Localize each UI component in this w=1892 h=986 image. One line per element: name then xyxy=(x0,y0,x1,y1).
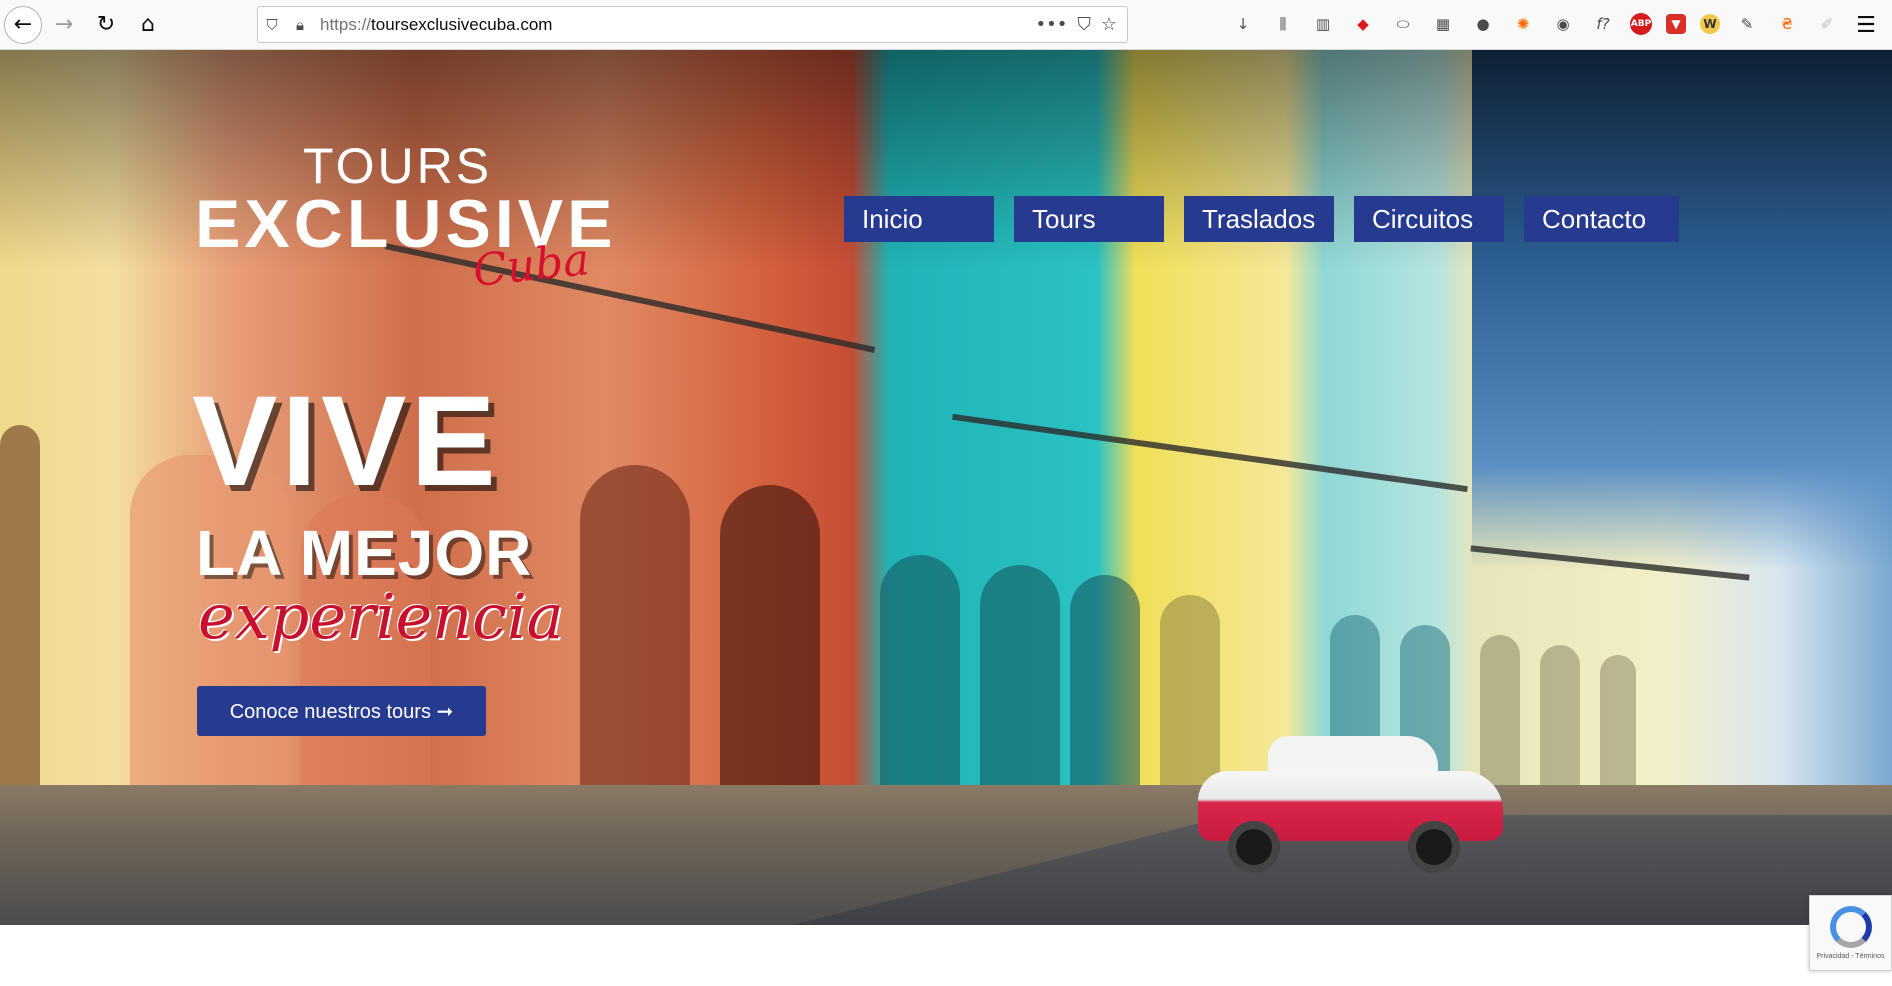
nav-tours[interactable]: Tours xyxy=(1014,196,1164,242)
building-arch xyxy=(580,465,690,785)
reload-button[interactable]: ↻ xyxy=(86,5,126,45)
hero-banner: TOURS EXCLUSIVE Cuba Inicio Tours Trasla… xyxy=(0,50,1892,925)
pocket-ext-icon[interactable]: ◆ xyxy=(1350,11,1376,37)
building-arch xyxy=(880,555,960,785)
account-icon[interactable]: ◉ xyxy=(1550,11,1576,37)
hero-headline-vive: VIVE xyxy=(192,370,500,513)
spy-icon[interactable]: ● xyxy=(1470,11,1496,37)
badge-icon[interactable]: ₴ xyxy=(1774,11,1800,37)
lock-icon: 🔒︎ xyxy=(296,15,304,34)
download-icon[interactable]: ↓ xyxy=(1230,11,1256,37)
tours-cta-label: Conoce nuestros tours ➞ xyxy=(229,700,454,723)
main-nav: Inicio Tours Traslados Circuitos Contact… xyxy=(844,196,1699,242)
sidebar-icon[interactable]: ▥ xyxy=(1310,11,1336,37)
url-bar[interactable]: ⛉ 🔒︎ https://toursexclusivecuba.com ••• … xyxy=(257,6,1128,43)
car-wheel xyxy=(1228,821,1280,873)
fire-icon[interactable]: ✺ xyxy=(1510,11,1536,37)
bookmark-star-icon[interactable]: ☆ xyxy=(1101,14,1117,35)
recaptcha-icon xyxy=(1829,906,1872,948)
nav-inicio[interactable]: Inicio xyxy=(844,196,994,242)
brave-shield-icon[interactable]: ▼ xyxy=(1666,14,1686,34)
url-domain: toursexclusivecuba.com xyxy=(371,14,553,34)
building-arch xyxy=(1070,575,1140,785)
building-arch xyxy=(0,425,40,785)
pocket-icon[interactable]: ⛉ xyxy=(1077,14,1091,35)
classic-car xyxy=(1198,726,1503,876)
forward-button[interactable]: → xyxy=(44,5,84,45)
car-wheel xyxy=(1408,821,1460,873)
w-extension-icon[interactable]: W xyxy=(1700,14,1720,34)
site-logo[interactable]: TOURS EXCLUSIVE Cuba xyxy=(195,137,612,297)
hero-headline-la-mejor: LA MEJOR xyxy=(196,517,533,589)
page-actions-menu-icon[interactable]: ••• xyxy=(1036,14,1068,35)
building-arch xyxy=(1540,645,1580,785)
building-arch xyxy=(1600,655,1636,785)
back-button[interactable]: ← xyxy=(4,5,42,44)
shield-icon: ⛉ xyxy=(266,15,278,34)
arrow-left-icon: ← xyxy=(13,12,33,37)
hamburger-menu-icon: ☰ xyxy=(1856,12,1876,38)
nav-contacto[interactable]: Contacto xyxy=(1524,196,1679,242)
url-protocol: https:// xyxy=(320,14,372,34)
arrow-right-icon: → xyxy=(54,12,74,37)
nav-traslados[interactable]: Traslados xyxy=(1184,196,1334,242)
url-text[interactable]: https://toursexclusivecuba.com xyxy=(320,15,1036,35)
building-arch xyxy=(980,565,1060,785)
balcony-rail xyxy=(952,413,1468,493)
archive-icon[interactable]: ▦ xyxy=(1430,11,1456,37)
recaptcha-footer[interactable]: Privacidad - Términos xyxy=(1817,953,1885,960)
recaptcha-badge[interactable]: Privacidad - Términos xyxy=(1809,895,1892,971)
menu-button[interactable]: ☰ xyxy=(1846,5,1886,45)
nav-circuitos[interactable]: Circuitos xyxy=(1354,196,1504,242)
disk-icon[interactable]: ⬭ xyxy=(1390,11,1416,37)
adblock-plus-icon[interactable]: ABP xyxy=(1630,13,1652,35)
home-icon: ⌂ xyxy=(141,12,155,37)
browser-toolbar: ← → ↻ ⌂ ⛉ 🔒︎ https://toursexclusivecuba.… xyxy=(0,0,1892,50)
library-icon[interactable]: ⫼ xyxy=(1270,11,1296,37)
font-finder-icon[interactable]: f? xyxy=(1590,11,1616,37)
tours-cta-button[interactable]: Conoce nuestros tours ➞ xyxy=(197,686,486,736)
reload-icon: ↻ xyxy=(96,12,116,37)
home-button[interactable]: ⌂ xyxy=(128,5,168,45)
building-arch xyxy=(720,485,820,785)
sky-background xyxy=(1472,50,1892,570)
pen-icon[interactable]: ✎ xyxy=(1734,11,1760,37)
feather-icon[interactable]: ✐ xyxy=(1814,11,1840,37)
hero-headline-experiencia: experiencia xyxy=(198,580,564,653)
extensions-bar: ↓ ⫼ ▥ ◆ ⬭ ▦ ● ✺ ◉ f? ABP ▼ W ✎ ₴ ✐ xyxy=(1230,11,1854,37)
